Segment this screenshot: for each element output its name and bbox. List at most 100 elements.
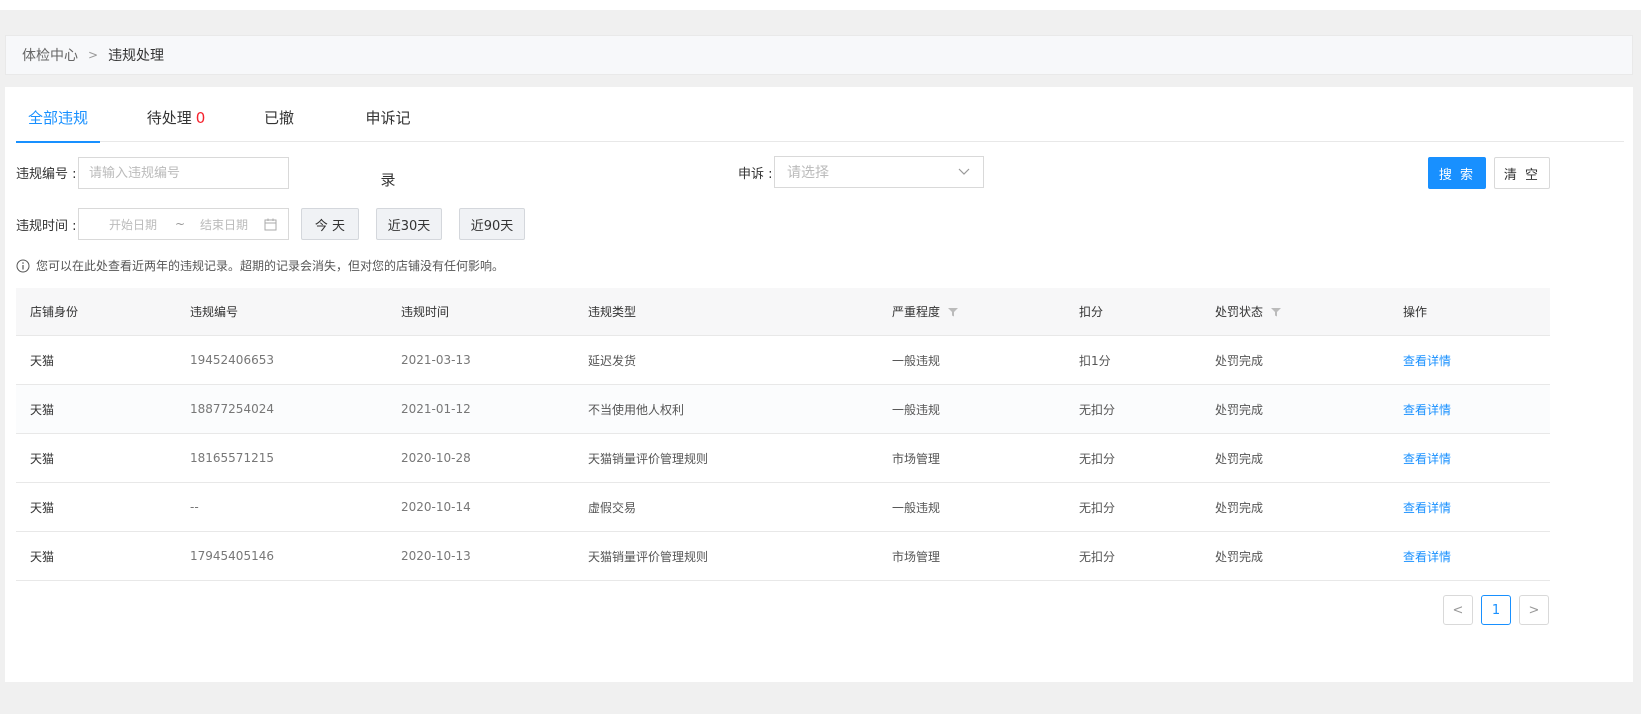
table-row: 天猫 17945405146 2020-10-13 天猫销量评价管理规则 市场管…: [16, 532, 1550, 581]
breadcrumb-current: 违规处理: [108, 48, 165, 64]
tab-all-violations[interactable]: 全部违规: [16, 87, 100, 143]
cell-violation-type: 天猫销量评价管理规则: [588, 549, 709, 564]
table-header: 店铺身份 违规编号 违规时间 违规类型 严重程度 扣分 处罚状态 操作: [16, 288, 1550, 336]
header-violation-type: 违规类型: [588, 305, 637, 319]
quick-90-label: 近90天: [470, 218, 514, 234]
cell-violation-time: 2021-03-13: [401, 353, 471, 367]
header-action: 操作: [1403, 305, 1428, 319]
cell-violation-time: 2020-10-28: [401, 451, 471, 465]
cell-deduction: 无扣分: [1079, 451, 1116, 466]
header-penalty-status: 处罚状态: [1215, 288, 1282, 335]
notice-line: 您可以在此处查看近两年的违规记录。超期的记录会消失，但对您的店铺没有任何影响。: [16, 257, 504, 274]
cell-penalty-status: 处罚完成: [1215, 549, 1264, 564]
date-range-separator: ~: [175, 217, 186, 231]
tab-bar: 全部违规 待处理0 已撤销 申诉记录: [16, 87, 1624, 189]
quick-today-label: 今 天: [314, 218, 346, 234]
table-row: 天猫 18877254024 2021-01-12 不当使用他人权利 一般违规 …: [16, 385, 1550, 434]
cell-deduction: 扣1分: [1079, 353, 1111, 368]
filter-icon[interactable]: [948, 307, 959, 317]
pagination-page-label: 1: [1491, 602, 1501, 618]
appeal-select[interactable]: 请选择: [774, 156, 984, 188]
cell-violation-no: 17945405146: [190, 549, 274, 563]
tab-all-label: 全部违规: [27, 109, 88, 127]
view-details-link[interactable]: 查看详情: [1403, 336, 1451, 384]
cell-deduction: 无扣分: [1079, 500, 1116, 515]
tab-pending-label: 待处理: [146, 109, 192, 127]
table-row: 天猫 19452406653 2021-03-13 延迟发货 一般违规 扣1分 …: [16, 336, 1550, 385]
table-row: 天猫 -- 2020-10-14 虚假交易 一般违规 无扣分 处罚完成 查看详情: [16, 483, 1550, 532]
main-panel: 全部违规 待处理0 已撤销 申诉记录 违规编号 : 申诉 : 请选择 搜 索 清…: [5, 87, 1633, 682]
cell-deduction: 无扣分: [1079, 549, 1116, 564]
cell-deduction: 无扣分: [1079, 402, 1116, 417]
breadcrumb: 体检中心 > 违规处理: [5, 35, 1633, 75]
date-range-picker[interactable]: 开始日期 ~ 结束日期: [78, 208, 289, 240]
cell-violation-no: 19452406653: [190, 353, 274, 367]
start-date-placeholder[interactable]: 开始日期: [109, 216, 157, 233]
header-shop-identity: 店铺身份: [30, 305, 79, 319]
cell-violation-time: 2020-10-14: [401, 500, 471, 514]
cell-severity: 一般违规: [892, 500, 941, 515]
tab-appeal-records[interactable]: 申诉记录: [359, 87, 417, 189]
violation-no-label: 违规编号 :: [16, 167, 77, 182]
search-button[interactable]: 搜 索: [1428, 157, 1486, 189]
cell-shop-identity: 天猫: [30, 500, 55, 515]
tab-revoked[interactable]: 已撤销: [257, 87, 301, 189]
cell-shop-identity: 天猫: [30, 353, 55, 368]
pagination-page-button[interactable]: 1: [1481, 595, 1511, 625]
cell-violation-type: 虚假交易: [588, 500, 637, 515]
header-severity: 严重程度: [892, 288, 959, 335]
clear-button-label: 清 空: [1503, 167, 1541, 183]
table-row: 天猫 18165571215 2020-10-28 天猫销量评价管理规则 市场管…: [16, 434, 1550, 483]
header-penalty-status-label: 处罚状态: [1215, 305, 1264, 319]
quick-30-days-button[interactable]: 近30天: [376, 208, 442, 240]
cell-penalty-status: 处罚完成: [1215, 402, 1264, 417]
quick-today-button[interactable]: 今 天: [301, 208, 359, 240]
violation-no-input[interactable]: [78, 157, 289, 189]
top-band: [0, 0, 1641, 10]
view-details-link[interactable]: 查看详情: [1403, 434, 1451, 482]
pagination-next-button[interactable]: >: [1519, 595, 1549, 625]
header-severity-label: 严重程度: [892, 305, 941, 319]
violation-time-label: 违规时间 :: [16, 219, 77, 234]
appeal-label: 申诉 :: [738, 167, 773, 182]
cell-violation-type: 延迟发货: [588, 353, 637, 368]
end-date-placeholder[interactable]: 结束日期: [200, 216, 248, 233]
cell-violation-no: 18165571215: [190, 451, 274, 465]
cell-shop-identity: 天猫: [30, 549, 55, 564]
cell-severity: 一般违规: [892, 402, 941, 417]
cell-violation-time: 2021-01-12: [401, 402, 471, 416]
cell-violation-no: 18877254024: [190, 402, 274, 416]
calendar-icon: [264, 218, 277, 231]
violations-table: 店铺身份 违规编号 违规时间 违规类型 严重程度 扣分 处罚状态 操作 天猫 1…: [16, 288, 1550, 581]
cell-penalty-status: 处罚完成: [1215, 451, 1264, 466]
header-violation-no: 违规编号: [190, 305, 239, 319]
cell-severity: 市场管理: [892, 549, 941, 564]
cell-violation-no: --: [190, 500, 199, 514]
clear-button[interactable]: 清 空: [1494, 157, 1550, 189]
appeal-select-placeholder: 请选择: [787, 165, 829, 181]
view-details-link[interactable]: 查看详情: [1403, 532, 1451, 580]
quick-30-label: 近30天: [387, 218, 431, 234]
cell-severity: 市场管理: [892, 451, 941, 466]
pagination-prev-button[interactable]: <: [1443, 595, 1473, 625]
tab-pending[interactable]: 待处理 0: [146, 87, 206, 142]
quick-90-days-button[interactable]: 近90天: [459, 208, 525, 240]
chevron-left-icon: <: [1452, 602, 1464, 618]
breadcrumb-separator: >: [88, 48, 99, 62]
notice-text: 您可以在此处查看近两年的违规记录。超期的记录会消失，但对您的店铺没有任何影响。: [36, 259, 505, 273]
view-details-link[interactable]: 查看详情: [1403, 483, 1451, 531]
cell-severity: 一般违规: [892, 353, 941, 368]
cell-violation-type: 天猫销量评价管理规则: [588, 451, 709, 466]
cell-violation-type: 不当使用他人权利: [588, 402, 685, 417]
tab-appeal-label: 申诉记录: [365, 109, 411, 189]
cell-penalty-status: 处罚完成: [1215, 500, 1264, 515]
search-button-label: 搜 索: [1438, 167, 1476, 183]
filter-icon[interactable]: [1271, 307, 1282, 317]
breadcrumb-parent[interactable]: 体检中心: [22, 45, 78, 65]
view-details-link[interactable]: 查看详情: [1403, 385, 1451, 433]
chevron-right-icon: >: [1528, 602, 1540, 618]
header-deduction: 扣分: [1079, 305, 1104, 319]
cell-violation-time: 2020-10-13: [401, 549, 471, 563]
cell-penalty-status: 处罚完成: [1215, 353, 1264, 368]
pending-count-badge: 0: [195, 109, 206, 127]
